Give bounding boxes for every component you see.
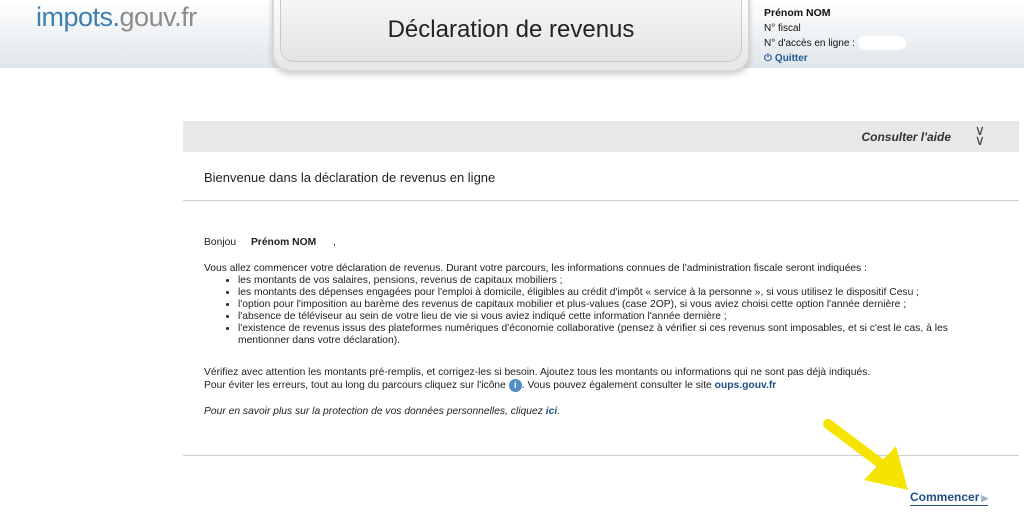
- errors-line: Pour éviter les erreurs, tout au long du…: [204, 379, 1000, 392]
- user-panel: Prénom NOM N° fiscal N° d'accès en ligne…: [764, 6, 906, 66]
- access-number-row: N° d'accès en ligne :: [764, 36, 906, 51]
- greeting-line: Bonjou Prénom NOM ,: [204, 237, 1000, 249]
- yellow-arrow-annotation: [823, 419, 908, 490]
- privacy-suffix: .: [557, 406, 561, 418]
- info-icon[interactable]: i: [508, 379, 522, 392]
- oups-link[interactable]: oups.gouv.fr: [715, 380, 777, 391]
- info-list: les montants de vos salaires, pensions, …: [238, 275, 1000, 347]
- list-item: les montants des dépenses engagées pour …: [238, 287, 1000, 299]
- privacy-line: Pour en savoir plus sur la protection de…: [204, 406, 1000, 418]
- site-header: impots.gouv.fr Déclaration de revenus Pr…: [0, 0, 1024, 72]
- greeting-suffix: ,: [333, 237, 336, 248]
- logo-part-impots: impots.: [36, 2, 120, 32]
- verify-text: Vérifiez avec attention les montants pré…: [204, 367, 871, 378]
- quit-link[interactable]: ⏻ Quitter: [764, 51, 906, 66]
- arrow-shaft: [823, 419, 889, 471]
- intro-text: Vous allez commencer votre déclaration d…: [204, 263, 868, 274]
- double-chevron-down-icon[interactable]: ∨ ∨: [975, 123, 985, 147]
- errors-middle: . Vous pouvez également consulter le sit…: [521, 380, 712, 392]
- divider: [183, 200, 1019, 201]
- list-item: les montants de vos salaires, pensions, …: [238, 275, 1000, 287]
- start-button[interactable]: Commencer ▶: [910, 490, 989, 506]
- help-label[interactable]: Consulter l'aide: [861, 130, 951, 144]
- privacy-prefix: Pour en savoir plus sur la protection de…: [204, 406, 543, 418]
- list-item: l'absence de téléviseur au sein de votre…: [238, 311, 1000, 323]
- quit-label: Quitter: [774, 53, 808, 64]
- fiscal-number-label: N° fiscal: [764, 23, 801, 34]
- privacy-link[interactable]: ici: [546, 406, 557, 417]
- impots-logo[interactable]: impots.gouv.fr: [36, 2, 197, 33]
- greeting-name: Prénom NOM: [250, 237, 317, 248]
- errors-prefix: Pour éviter les erreurs, tout au long du…: [204, 380, 506, 392]
- access-number-label: N° d'accès en ligne :: [764, 38, 855, 49]
- logo-part-gouv: gouv.fr: [119, 2, 198, 32]
- power-icon: ⏻: [764, 53, 772, 64]
- greeting: Bonjou: [204, 237, 237, 248]
- main-content: Bonjou Prénom NOM , Vous allez commencer…: [204, 237, 1000, 418]
- user-name: Prénom NOM: [764, 7, 831, 19]
- start-label: Commencer: [910, 490, 980, 504]
- list-item: l'option pour l'imposition au barème des…: [238, 299, 1000, 311]
- masked-value: [857, 36, 906, 51]
- page-title-box: Déclaration de revenus: [272, 0, 750, 72]
- play-arrow-icon: ▶: [981, 493, 989, 503]
- help-bar[interactable]: Consulter l'aide ∨ ∨: [183, 121, 1019, 152]
- welcome-heading: Bienvenue dans la déclaration de revenus…: [204, 170, 496, 185]
- page-title: Déclaration de revenus: [387, 16, 635, 43]
- list-item: l'existence de revenus issus des platefo…: [238, 323, 1000, 347]
